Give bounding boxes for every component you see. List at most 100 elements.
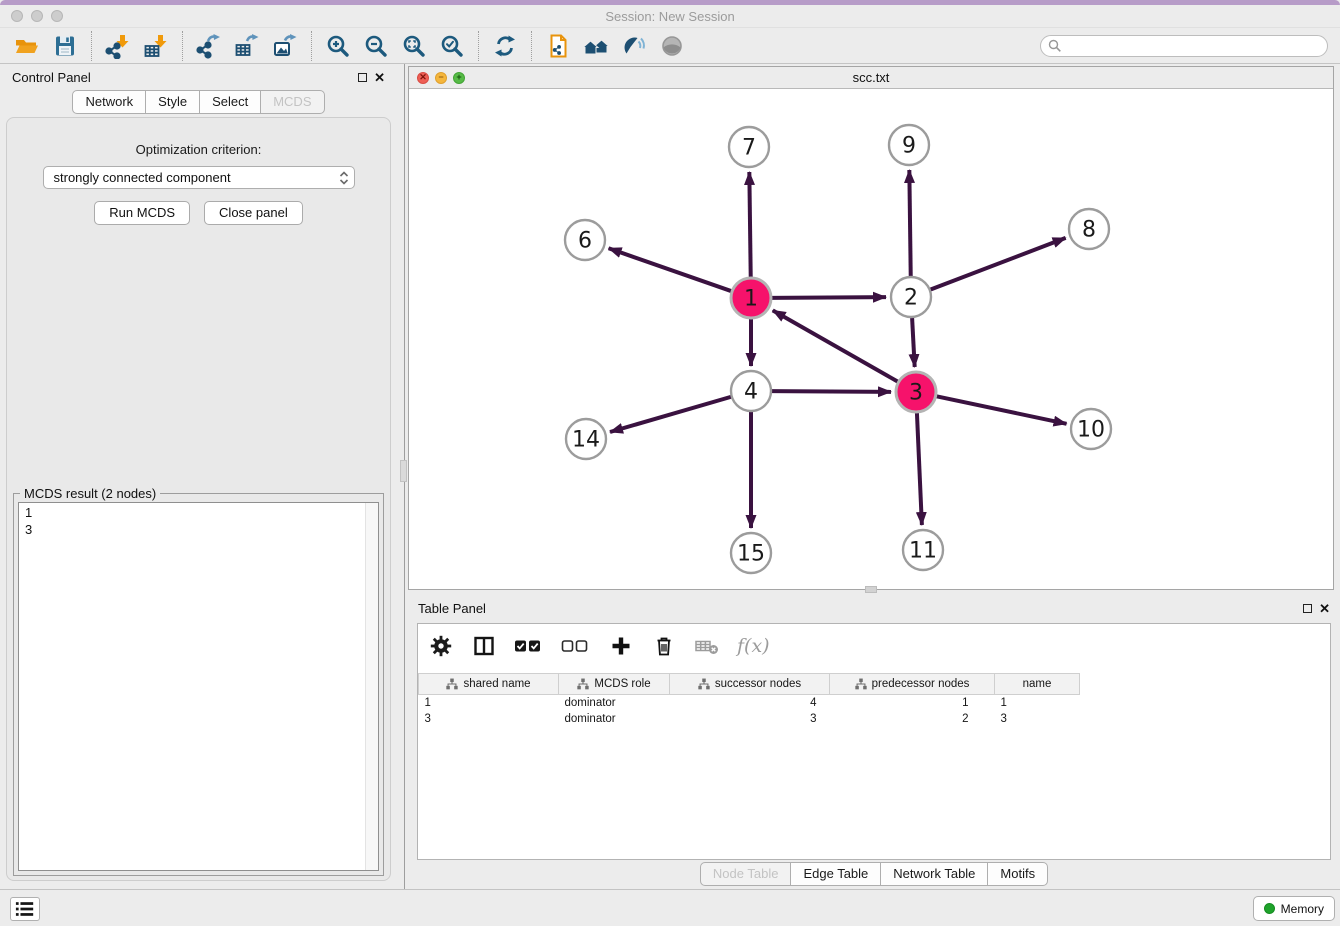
- column-header-successor-nodes[interactable]: successor nodes: [670, 674, 830, 695]
- cell-mcds-role[interactable]: dominator: [559, 711, 670, 727]
- column-header-predecessor-nodes[interactable]: predecessor nodes: [830, 674, 995, 695]
- cell-shared-name[interactable]: 3: [419, 711, 559, 727]
- network-canvas[interactable]: 1234678910111415: [409, 89, 1333, 589]
- show-hide-button[interactable]: [653, 30, 691, 62]
- mcds-result-text[interactable]: 1 3: [18, 502, 379, 871]
- column-header-name[interactable]: name: [995, 674, 1080, 695]
- control-panel-title: Control Panel: [12, 70, 91, 85]
- cell-name[interactable]: 1: [995, 695, 1080, 711]
- graph-edge-1-6[interactable]: [609, 248, 732, 291]
- export-image-button[interactable]: [266, 30, 304, 62]
- tab-network-table[interactable]: Network Table: [880, 862, 988, 886]
- export-network-button[interactable]: [190, 30, 228, 62]
- open-session-button[interactable]: [8, 30, 46, 62]
- optimization-criterion-label: Optimization criterion:: [7, 142, 390, 157]
- window-resize-handle[interactable]: [865, 586, 877, 593]
- tab-style[interactable]: Style: [145, 90, 200, 114]
- zoom-out-button[interactable]: [357, 30, 395, 62]
- zoom-in-button[interactable]: [319, 30, 357, 62]
- cell-name[interactable]: 3: [995, 711, 1080, 727]
- table-row[interactable]: 1 dominator 4 1 1: [419, 695, 1080, 711]
- cell-successor-nodes[interactable]: 4: [670, 695, 830, 711]
- graph-node-label-10: 10: [1077, 418, 1105, 443]
- column-header-mcds-role[interactable]: MCDS role: [559, 674, 670, 695]
- refresh-layout-button[interactable]: [486, 30, 524, 62]
- float-table-panel-icon[interactable]: [1303, 604, 1312, 613]
- graph-edge-3-1[interactable]: [773, 310, 898, 381]
- refresh-icon: [492, 33, 518, 59]
- tab-mcds[interactable]: MCDS: [260, 90, 324, 114]
- save-session-button[interactable]: [46, 30, 84, 62]
- zoom-window-button[interactable]: [51, 10, 63, 22]
- import-network-button[interactable]: [99, 30, 137, 62]
- export-table-button[interactable]: [228, 30, 266, 62]
- table-panel: Table Panel ✕: [408, 595, 1340, 888]
- result-scrollbar[interactable]: [365, 503, 378, 870]
- cell-predecessor-nodes[interactable]: 1: [830, 695, 995, 711]
- zoom-selected-button[interactable]: [433, 30, 471, 62]
- column-header-shared-name[interactable]: shared name: [419, 674, 559, 695]
- splitter-grip[interactable]: [400, 460, 407, 482]
- delete-column-button[interactable]: [651, 633, 677, 659]
- graph-edge-3-11[interactable]: [917, 413, 922, 525]
- copy-network-button[interactable]: [539, 30, 577, 62]
- graph-edge-4-14[interactable]: [610, 397, 731, 432]
- network-home-button[interactable]: [577, 30, 615, 62]
- criterion-select[interactable]: strongly connected component: [43, 166, 355, 189]
- create-column-button[interactable]: [608, 633, 634, 659]
- minimize-window-button[interactable]: [31, 10, 43, 22]
- network-minimize-button[interactable]: −: [435, 72, 447, 84]
- task-history-button[interactable]: [10, 897, 40, 921]
- houses-icon: [582, 33, 610, 59]
- show-column-panel-button[interactable]: [471, 633, 497, 659]
- deselect-all-columns-button[interactable]: [561, 635, 591, 657]
- cell-mcds-role[interactable]: dominator: [559, 695, 670, 711]
- network-maximize-button[interactable]: +: [453, 72, 465, 84]
- vizmap-button[interactable]: [615, 30, 653, 62]
- float-panel-icon[interactable]: [358, 73, 367, 82]
- select-all-columns-button[interactable]: [514, 635, 544, 657]
- import-network-icon: [105, 33, 131, 59]
- tab-select[interactable]: Select: [199, 90, 261, 114]
- tab-network[interactable]: Network: [72, 90, 146, 114]
- graph-edge-1-2[interactable]: [772, 297, 886, 298]
- column-type-icon: [855, 678, 867, 690]
- import-table-button[interactable]: [137, 30, 175, 62]
- memory-button[interactable]: Memory: [1253, 896, 1335, 921]
- close-panel-icon[interactable]: ✕: [374, 71, 385, 84]
- tab-edge-table[interactable]: Edge Table: [790, 862, 881, 886]
- graph-edge-2-9[interactable]: [909, 170, 910, 276]
- network-window-titlebar[interactable]: ✕ − + scc.txt: [409, 67, 1333, 89]
- panel-splitter[interactable]: [404, 64, 405, 889]
- column-type-icon: [698, 678, 710, 690]
- table-options-gear-button[interactable]: [428, 633, 454, 659]
- table-header-row: shared name MCDS role successor nodes pr…: [419, 674, 1080, 695]
- table-panel-header: Table Panel ✕: [408, 595, 1340, 621]
- search-box[interactable]: [1040, 35, 1328, 57]
- function-builder-button-disabled: f(x): [737, 635, 770, 657]
- graph-node-label-15: 15: [737, 542, 765, 567]
- graph-edge-1-7[interactable]: [749, 172, 750, 277]
- close-window-button[interactable]: [11, 10, 23, 22]
- run-mcds-button[interactable]: Run MCDS: [94, 201, 190, 225]
- tab-node-table[interactable]: Node Table: [700, 862, 792, 886]
- graph-edge-2-8[interactable]: [931, 238, 1066, 290]
- close-table-panel-icon[interactable]: ✕: [1319, 602, 1330, 615]
- cell-successor-nodes[interactable]: 3: [670, 711, 830, 727]
- graph-edge-3-10[interactable]: [937, 396, 1067, 423]
- delete-table-button-disabled: [694, 633, 720, 659]
- close-panel-button[interactable]: Close panel: [204, 201, 303, 225]
- tab-motifs[interactable]: Motifs: [987, 862, 1048, 886]
- search-input[interactable]: [1066, 39, 1320, 53]
- cell-predecessor-nodes[interactable]: 2: [830, 711, 995, 727]
- zoom-fit-button[interactable]: [395, 30, 433, 62]
- export-table-icon: [234, 33, 260, 59]
- network-close-button[interactable]: ✕: [417, 72, 429, 84]
- graph-edge-2-3[interactable]: [912, 318, 915, 367]
- zoom-out-icon: [363, 33, 389, 59]
- import-table-icon: [143, 33, 169, 59]
- toolbar-separator: [91, 31, 92, 61]
- table-row[interactable]: 3 dominator 3 2 3: [419, 711, 1080, 727]
- graph-edge-4-3[interactable]: [772, 391, 891, 392]
- cell-shared-name[interactable]: 1: [419, 695, 559, 711]
